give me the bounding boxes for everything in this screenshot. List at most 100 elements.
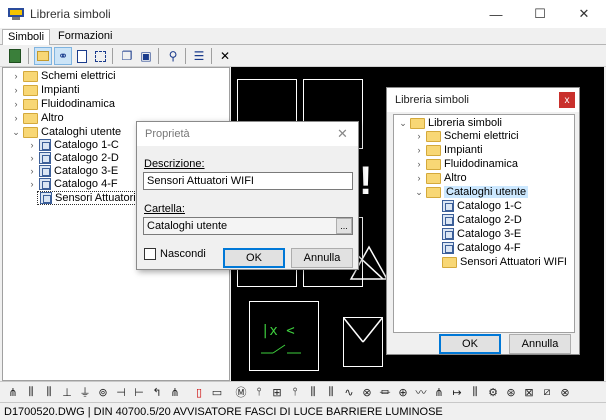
library-item-catalogo-4f[interactable]: Catalogo 4-F (440, 241, 521, 255)
chevron-right-icon[interactable]: › (414, 173, 424, 183)
library-cancel-button[interactable]: Annulla (509, 334, 571, 354)
symbol-tool-button[interactable]: ⊕ (396, 385, 410, 399)
folder-field[interactable]: Cataloghi utente (143, 217, 353, 235)
browse-button[interactable]: ... (336, 218, 352, 234)
tree-item-catalogo-3e[interactable]: › Catalogo 3-E (27, 164, 118, 178)
minimize-icon: — (489, 6, 503, 22)
symbol-tool-button[interactable]: ⊢ (132, 385, 146, 399)
symbol-tool-button[interactable]: ⫼ (306, 385, 320, 399)
symbol-tool-button[interactable]: ⫼ (468, 385, 482, 399)
properties-ok-button[interactable]: OK (223, 248, 285, 268)
library-book-button[interactable] (6, 47, 24, 65)
symbol-tool-button[interactable]: 〰 (414, 385, 428, 399)
paste-button[interactable]: ▣ (137, 47, 155, 65)
library-tree[interactable]: ⌄ Libreria simboli › Schemi elettrici › Imp… (393, 114, 575, 333)
symbol-tool-button[interactable]: ⊠ (522, 385, 536, 399)
symbol-tool-button[interactable]: ↦ (450, 385, 464, 399)
symbol-tool-button[interactable]: ⊛ (504, 385, 518, 399)
library-item-cataloghi[interactable]: ⌄ Cataloghi utente (414, 185, 529, 199)
delete-button[interactable]: ✕ (216, 47, 234, 65)
symbol-tool-button[interactable]: ↰ (150, 385, 164, 399)
library-item-fluidodinamica[interactable]: › Fluidodinamica (414, 157, 518, 171)
library-item-sensori[interactable]: Sensori Attuatori WIFI (440, 255, 567, 269)
library-item-schemi[interactable]: › Schemi elettrici (414, 129, 519, 143)
symbol-tool-button[interactable]: ⋔ (168, 385, 182, 399)
properties-button[interactable]: ☰ (190, 47, 208, 65)
select-button[interactable] (91, 47, 109, 65)
chevron-down-icon[interactable]: ⌄ (398, 118, 408, 129)
chevron-right-icon[interactable]: › (27, 153, 37, 163)
chevron-right-icon[interactable]: › (414, 131, 424, 141)
selected-label: Cataloghi utente (444, 186, 529, 198)
properties-cancel-button[interactable]: Annulla (291, 248, 353, 268)
symbol-tool-button[interactable]: ⫯ (252, 385, 266, 399)
relay-label: |x < (261, 323, 295, 339)
chevron-right-icon[interactable]: › (414, 159, 424, 169)
symbol-tool-button[interactable]: ⊗ (558, 385, 572, 399)
symbol-tool-button[interactable]: ⊥ (60, 385, 74, 399)
chevron-right-icon[interactable]: › (414, 145, 424, 155)
library-root[interactable]: ⌄ Libreria simboli (398, 116, 502, 130)
tree-item-catalogo-4f[interactable]: › Catalogo 4-F (27, 177, 118, 191)
symbol-tool-button[interactable]: ⊚ (96, 385, 110, 399)
tree-item-fluidodinamica[interactable]: › Fluidodinamica (11, 97, 115, 111)
library-ok-button[interactable]: OK (439, 334, 501, 354)
library-dialog-close-button[interactable]: x (559, 92, 575, 108)
library-item-catalogo-1c[interactable]: Catalogo 1-C (440, 199, 522, 213)
tab-simboli[interactable]: Simboli (2, 29, 51, 46)
symbol-tool-button[interactable]: Ⓜ (234, 385, 248, 399)
symbol-tool-button[interactable]: ⫼ (324, 385, 338, 399)
copy-button[interactable]: ❐ (118, 47, 136, 65)
hide-checkbox[interactable] (144, 248, 156, 260)
tab-formazioni[interactable]: Formazioni (53, 29, 117, 45)
chevron-down-icon[interactable]: ⌄ (11, 127, 21, 138)
chevron-right-icon[interactable]: › (11, 99, 21, 109)
description-field[interactable]: Sensori Attuatori WIFI (143, 172, 353, 190)
symbol-tool-button[interactable]: ▭ (210, 385, 224, 399)
link-icon: ⚭ (57, 49, 69, 63)
symbol-tool-button[interactable]: ⫼ (42, 385, 56, 399)
maximize-button[interactable]: ☐ (518, 0, 562, 28)
chevron-right-icon[interactable]: › (27, 179, 37, 189)
chevron-right-icon[interactable]: › (11, 71, 21, 81)
symbol-tool-button[interactable]: ⫼ (24, 385, 38, 399)
tree-item-sensori[interactable]: Sensori Attuatori (37, 191, 139, 205)
symbol-tool-button[interactable]: ⊗ (360, 385, 374, 399)
symbol-tool-button[interactable]: ⚙ (486, 385, 500, 399)
tree-item-cataloghi[interactable]: ⌄ Cataloghi utente (11, 125, 121, 139)
wave-symbol-icon: 〰 (415, 386, 427, 399)
library-item-impianti[interactable]: › Impianti (414, 143, 483, 157)
symbol-tool-button[interactable]: ⏚ (78, 385, 92, 399)
tab-strip: Simboli Formazioni (0, 28, 606, 46)
search-button[interactable]: ⚲ (164, 47, 182, 65)
library-item-catalogo-2d[interactable]: Catalogo 2-D (440, 213, 522, 227)
chevron-down-icon[interactable]: ⌄ (414, 187, 424, 198)
folder-value: Cataloghi utente (147, 220, 228, 232)
chevron-right-icon[interactable]: › (11, 113, 21, 123)
properties-dialog-close-icon[interactable]: ✕ (337, 126, 348, 142)
chevron-right-icon[interactable]: › (11, 85, 21, 95)
chevron-right-icon[interactable]: › (27, 166, 37, 176)
chevron-right-icon[interactable]: › (27, 140, 37, 150)
link-button[interactable]: ⚭ (54, 47, 72, 65)
symbol-tool-button[interactable]: ▯ (192, 385, 206, 399)
list-view-button[interactable] (73, 47, 91, 65)
new-folder-button[interactable] (34, 47, 52, 65)
close-button[interactable]: ✕ (562, 0, 606, 28)
tree-item-catalogo-1c[interactable]: › Catalogo 1-C (27, 138, 119, 152)
tree-item-catalogo-2d[interactable]: › Catalogo 2-D (27, 151, 119, 165)
symbol-tool-button[interactable]: ⏛ (378, 385, 392, 399)
symbol-tool-button[interactable]: ⋔ (432, 385, 446, 399)
library-item-catalogo-3e[interactable]: Catalogo 3-E (440, 227, 521, 241)
tree-item-impianti[interactable]: › Impianti (11, 83, 80, 97)
library-item-altro[interactable]: › Altro (414, 171, 467, 185)
tree-item-schemi[interactable]: › Schemi elettrici (11, 69, 116, 83)
symbol-tool-button[interactable]: ∿ (342, 385, 356, 399)
minimize-button[interactable]: — (474, 0, 518, 28)
symbol-tool-button[interactable]: ⧄ (540, 385, 554, 399)
symbol-tool-button[interactable]: ⊞ (270, 385, 284, 399)
symbol-tool-button[interactable]: ⋔ (6, 385, 20, 399)
symbol-tool-button[interactable]: ⫯ (288, 385, 302, 399)
symbol-tool-button[interactable]: ⊣ (114, 385, 128, 399)
tree-item-altro[interactable]: › Altro (11, 111, 64, 125)
